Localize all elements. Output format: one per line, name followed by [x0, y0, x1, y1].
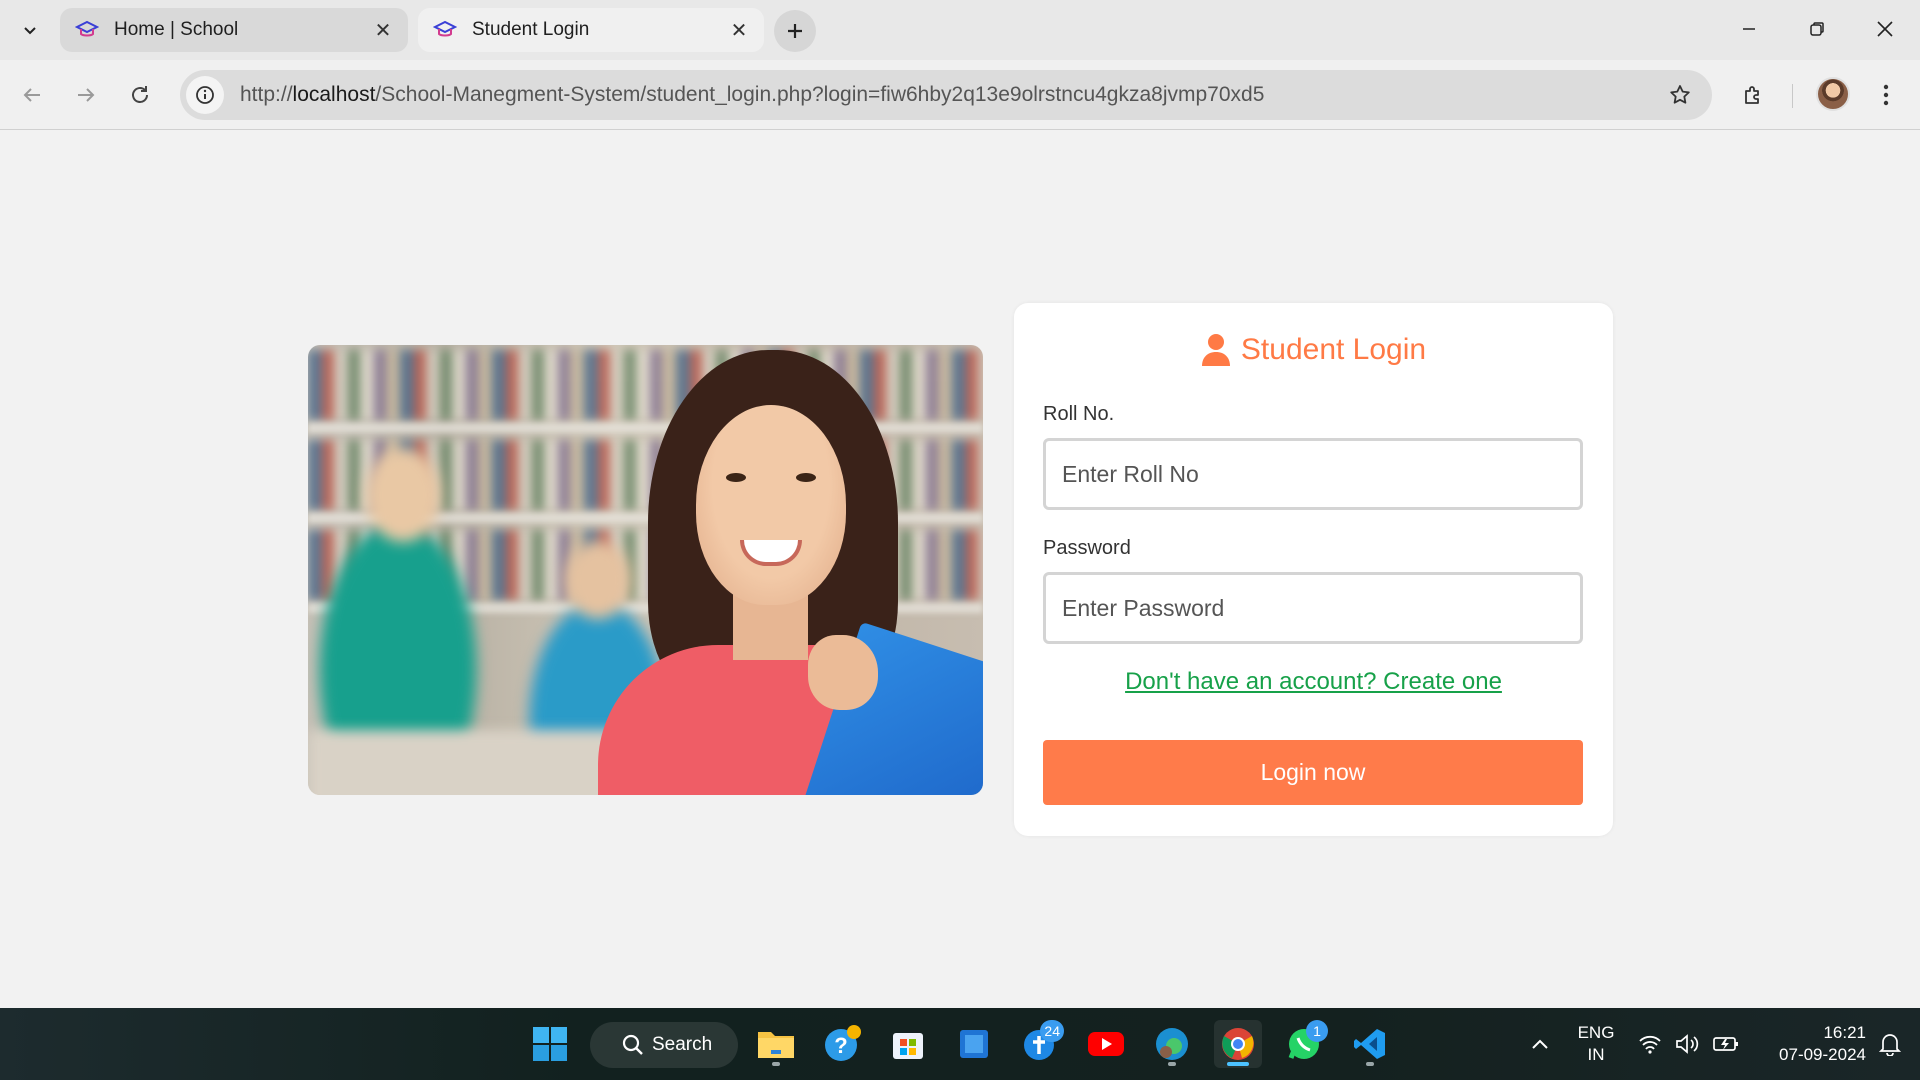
youtube-icon — [1088, 1032, 1124, 1056]
vscode-icon — [1354, 1029, 1385, 1059]
bookmark-button[interactable] — [1660, 75, 1700, 115]
back-button[interactable] — [12, 75, 52, 115]
running-indicator — [1366, 1062, 1374, 1066]
reload-icon — [132, 86, 148, 103]
arrow-left-icon — [23, 88, 40, 102]
student-photo — [308, 345, 983, 795]
roll-no-label: Roll No. — [1043, 403, 1115, 425]
notification-badge: 24 — [1040, 1020, 1064, 1042]
url-host: localhost — [292, 83, 376, 106]
restore-icon — [1810, 22, 1824, 36]
minimize-icon — [1743, 28, 1755, 30]
chevron-down-icon — [24, 27, 36, 35]
edge-app[interactable] — [1148, 1020, 1196, 1068]
chevron-up-icon — [1532, 1039, 1548, 1049]
tab-student-login[interactable]: Student Login ✕ — [418, 8, 764, 52]
blue-app[interactable] — [950, 1020, 998, 1068]
tab-title: Home | School — [114, 19, 239, 40]
reload-button[interactable] — [120, 75, 160, 115]
close-icon[interactable]: ✕ — [370, 17, 396, 43]
more-vertical-icon — [1883, 84, 1889, 106]
taskbar: Search ? 24 1 ENG IN 16:21 07-09-2024 — [0, 1008, 1920, 1080]
graduation-cap-icon — [432, 17, 458, 43]
password-input[interactable] — [1043, 572, 1583, 644]
browser-toolbar: http://localhost/School-Manegment-System… — [0, 60, 1920, 130]
store-icon — [893, 1033, 923, 1059]
clock[interactable]: 16:21 07-09-2024 — [1756, 1022, 1866, 1066]
minimize-button[interactable] — [1716, 8, 1782, 50]
puzzle-icon — [1745, 86, 1759, 104]
browser-tab-strip: Home | School ✕ Student Login ✕ — [0, 0, 1920, 60]
restore-button[interactable] — [1784, 8, 1850, 50]
wifi-status[interactable] — [1630, 1020, 1670, 1068]
tab-title: Student Login — [472, 19, 590, 40]
active-indicator — [1227, 1062, 1249, 1066]
info-icon — [196, 86, 214, 104]
site-info-button[interactable] — [186, 76, 224, 114]
star-icon — [1670, 85, 1690, 104]
clock-date: 07-09-2024 — [1779, 1045, 1866, 1064]
address-bar[interactable]: http://localhost/School-Manegment-System… — [180, 70, 1712, 120]
url-path: /School-Manegment-System/student_login.p… — [375, 83, 1265, 106]
region-code: IN — [1587, 1045, 1605, 1064]
battery-charging-icon — [1713, 1037, 1738, 1051]
start-button[interactable] — [526, 1020, 574, 1068]
login-heading: Student Login — [1014, 333, 1613, 367]
notification-badge: 1 — [1306, 1020, 1328, 1042]
password-label: Password — [1043, 537, 1131, 559]
get-help-app[interactable]: ? — [818, 1020, 866, 1068]
plus-icon — [788, 24, 802, 38]
tab-home-school[interactable]: Home | School ✕ — [60, 8, 408, 52]
app-window-icon — [960, 1030, 988, 1058]
running-indicator — [1168, 1062, 1176, 1066]
chrome-icon — [1222, 1028, 1254, 1060]
login-card: Student Login Roll No. Password Don't ha… — [1014, 303, 1613, 836]
graduation-cap-icon — [74, 17, 100, 43]
clock-time: 16:21 — [1823, 1023, 1866, 1042]
browser-menu-button[interactable] — [1866, 75, 1906, 115]
svg-text:?: ? — [834, 1033, 847, 1058]
volume-status[interactable] — [1668, 1020, 1708, 1068]
arrow-right-icon — [78, 88, 95, 102]
toolbar-divider — [1792, 84, 1793, 108]
url-text[interactable]: http://localhost/School-Manegment-System… — [240, 83, 1660, 107]
search-icon — [622, 1034, 643, 1055]
close-icon[interactable]: ✕ — [726, 17, 752, 43]
bell-icon — [1879, 1034, 1901, 1056]
youtube-app[interactable] — [1082, 1020, 1130, 1068]
create-account-link[interactable]: Don't have an account? Create one — [1014, 668, 1613, 696]
language-indicator[interactable]: ENG IN — [1574, 1022, 1618, 1066]
url-scheme: http:// — [240, 83, 293, 106]
vscode-app[interactable] — [1346, 1020, 1394, 1068]
user-icon — [1201, 334, 1230, 366]
forward-button[interactable] — [66, 75, 106, 115]
taskbar-search[interactable]: Search — [590, 1022, 738, 1068]
profile-avatar[interactable] — [1816, 77, 1850, 111]
windows-icon — [533, 1027, 567, 1061]
new-tab-button[interactable] — [774, 10, 816, 52]
search-label: Search — [652, 1034, 713, 1055]
notifications-button[interactable] — [1870, 1020, 1910, 1068]
extensions-button[interactable] — [1734, 75, 1774, 115]
battery-status[interactable] — [1706, 1020, 1746, 1068]
edge-icon — [1156, 1028, 1188, 1060]
login-button[interactable]: Login now — [1043, 740, 1583, 805]
language-code: ENG — [1577, 1023, 1615, 1042]
close-window-button[interactable] — [1852, 8, 1918, 50]
help-icon: ? — [825, 1025, 861, 1061]
microsoft-store-app[interactable] — [884, 1020, 932, 1068]
running-indicator — [772, 1062, 780, 1066]
speaker-icon — [1676, 1034, 1699, 1054]
folder-icon — [758, 1032, 794, 1058]
wifi-icon — [1639, 1035, 1661, 1054]
chrome-app[interactable] — [1214, 1020, 1262, 1068]
login-title: Student Login — [1240, 333, 1427, 366]
file-explorer-app[interactable] — [752, 1020, 800, 1068]
show-hidden-icons-button[interactable] — [1516, 1020, 1564, 1068]
tab-search-button[interactable] — [14, 14, 46, 46]
roll-no-input[interactable] — [1043, 438, 1583, 510]
close-icon — [1877, 21, 1893, 37]
whatsapp-app[interactable]: 1 — [1280, 1020, 1328, 1068]
cross-app[interactable]: 24 — [1016, 1020, 1064, 1068]
